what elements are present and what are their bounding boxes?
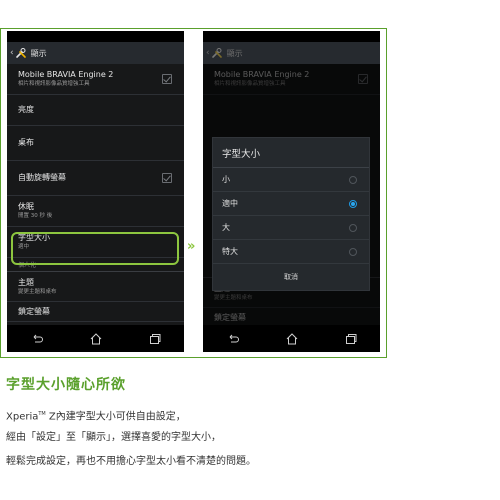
- radio-button-selected[interactable]: [349, 200, 357, 208]
- radio-button[interactable]: [349, 176, 357, 184]
- back-icon[interactable]: [226, 332, 240, 346]
- checkbox[interactable]: [162, 74, 172, 84]
- back-chevron-icon: ‹: [206, 48, 210, 58]
- home-icon[interactable]: [89, 332, 103, 346]
- list-item-brightness[interactable]: 亮度: [7, 95, 184, 126]
- item-title: Mobile BRAVIA Engine 2: [18, 70, 114, 79]
- status-bar: [203, 31, 380, 42]
- option-label: 小: [222, 175, 230, 184]
- caption-title: 字型大小隨心所欲: [6, 377, 126, 393]
- header-title: 顯示: [30, 48, 47, 58]
- option-label: 大: [222, 223, 230, 232]
- item-title: 主題: [18, 277, 34, 287]
- option-large[interactable]: 大: [213, 216, 369, 240]
- item-subtitle: 變更主題和桌布: [18, 288, 57, 295]
- recent-apps-icon[interactable]: [344, 332, 358, 346]
- list-item-theme[interactable]: 主題 變更主題和桌布: [7, 272, 184, 302]
- radio-button[interactable]: [349, 224, 357, 232]
- item-title: 休眠: [18, 202, 34, 211]
- cancel-button[interactable]: 取消: [213, 264, 369, 289]
- trademark-mark: TM: [38, 411, 46, 417]
- brand-name: Xperia: [6, 411, 39, 423]
- item-title: 自動旋轉螢幕: [18, 173, 66, 182]
- back-icon[interactable]: [30, 332, 44, 346]
- caption-line-3: 輕鬆完成設定，再也不用擔心字型太小看不清楚的問題。: [6, 456, 256, 467]
- line-text: Z內建字型大小可供自由設定，: [45, 411, 186, 423]
- font-size-highlight-box: [11, 232, 179, 265]
- list-item-wallpaper[interactable]: 桌布: [7, 126, 184, 161]
- settings-list: Mobile BRAVIA Engine 2 相片和視訊影像品質增強工具 亮度 …: [7, 64, 184, 322]
- home-icon[interactable]: [285, 332, 299, 346]
- back-chevron-icon[interactable]: ‹: [10, 48, 14, 58]
- checkbox[interactable]: [162, 173, 172, 183]
- radio-button[interactable]: [349, 248, 357, 256]
- settings-tools-icon: [211, 48, 222, 58]
- item-title: 亮度: [18, 105, 34, 114]
- item-title: 桌布: [18, 138, 34, 147]
- recent-apps-icon[interactable]: [148, 332, 162, 346]
- status-bar: [7, 31, 184, 42]
- list-item-lock-screen[interactable]: 鎖定螢幕: [7, 302, 184, 322]
- caption-line-2: 經由「設定」至「顯示」，選擇喜愛的字型大小，: [6, 432, 221, 443]
- navigation-bar: [7, 325, 184, 352]
- font-size-dialog: 字型大小 小 適中 大 特大 取消: [212, 137, 370, 291]
- option-label: 適中: [222, 199, 238, 208]
- list-item-auto-rotate[interactable]: 自動旋轉螢幕: [7, 161, 184, 196]
- action-bar: ‹ 顯示: [203, 42, 380, 64]
- action-bar[interactable]: ‹ 顯示: [7, 42, 184, 64]
- header-title: 顯示: [226, 48, 243, 58]
- option-small[interactable]: 小: [213, 168, 369, 192]
- item-subtitle: 閒置 30 秒 後: [18, 213, 53, 219]
- option-huge[interactable]: 特大: [213, 240, 369, 264]
- list-item-sleep[interactable]: 休眠 閒置 30 秒 後: [7, 196, 184, 227]
- option-normal[interactable]: 適中: [213, 192, 369, 216]
- item-title: 鎖定螢幕: [18, 306, 50, 316]
- arrow-indicator: »: [187, 239, 196, 254]
- navigation-bar: [203, 325, 380, 352]
- option-label: 特大: [222, 247, 238, 256]
- caption-line-1: XperiaTM Z內建字型大小可供自由設定，: [6, 408, 186, 423]
- dialog-title: 字型大小: [213, 138, 369, 168]
- item-subtitle: 相片和視訊影像品質增強工具: [18, 81, 90, 87]
- settings-tools-icon: [15, 48, 26, 58]
- phone-screen-settings: ‹ 顯示 Mobile BRAVIA Engine 2 相片和視訊影像品質增強工…: [7, 31, 184, 352]
- list-item-mobile-bravia[interactable]: Mobile BRAVIA Engine 2 相片和視訊影像品質增強工具: [7, 64, 184, 95]
- phone-screen-font-dialog: ‹ 顯示 Mobile BRAVIA Engine 2 相片和視訊影像品質增強工…: [203, 31, 380, 352]
